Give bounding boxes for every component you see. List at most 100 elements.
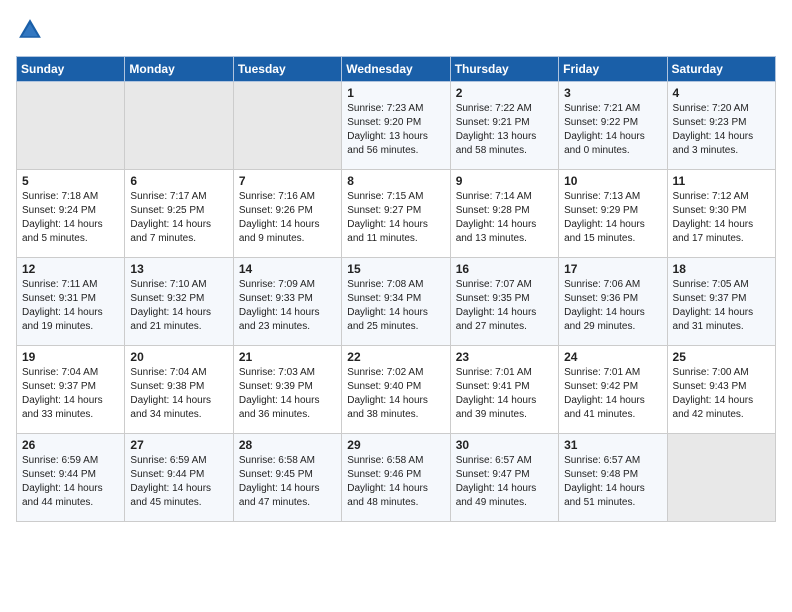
day-number: 20 bbox=[130, 350, 227, 364]
day-info: Sunrise: 7:12 AMSunset: 9:30 PMDaylight:… bbox=[673, 190, 770, 246]
day-info: Sunrise: 7:01 AMSunset: 9:42 PMDaylight:… bbox=[564, 366, 661, 422]
calendar-cell: 14 Sunrise: 7:09 AMSunset: 9:33 PMDayligh… bbox=[233, 258, 341, 346]
day-number: 12 bbox=[22, 262, 119, 276]
calendar-cell bbox=[667, 434, 775, 522]
calendar-cell: 12 Sunrise: 7:11 AMSunset: 9:31 PMDayligh… bbox=[17, 258, 125, 346]
calendar-cell: 3 Sunrise: 7:21 AMSunset: 9:22 PMDaylight… bbox=[559, 82, 667, 170]
day-number: 6 bbox=[130, 174, 227, 188]
day-info: Sunrise: 6:58 AMSunset: 9:45 PMDaylight:… bbox=[239, 454, 336, 510]
header-sunday: Sunday bbox=[17, 57, 125, 82]
day-number: 24 bbox=[564, 350, 661, 364]
day-info: Sunrise: 7:11 AMSunset: 9:31 PMDaylight:… bbox=[22, 278, 119, 334]
day-number: 4 bbox=[673, 86, 770, 100]
calendar-cell: 2 Sunrise: 7:22 AMSunset: 9:21 PMDaylight… bbox=[450, 82, 558, 170]
day-info: Sunrise: 7:22 AMSunset: 9:21 PMDaylight:… bbox=[456, 102, 553, 158]
calendar-cell: 29 Sunrise: 6:58 AMSunset: 9:46 PMDayligh… bbox=[342, 434, 450, 522]
header-saturday: Saturday bbox=[667, 57, 775, 82]
calendar-cell: 20 Sunrise: 7:04 AMSunset: 9:38 PMDayligh… bbox=[125, 346, 233, 434]
day-info: Sunrise: 7:01 AMSunset: 9:41 PMDaylight:… bbox=[456, 366, 553, 422]
day-info: Sunrise: 7:18 AMSunset: 9:24 PMDaylight:… bbox=[22, 190, 119, 246]
calendar-cell: 21 Sunrise: 7:03 AMSunset: 9:39 PMDayligh… bbox=[233, 346, 341, 434]
calendar-cell: 26 Sunrise: 6:59 AMSunset: 9:44 PMDayligh… bbox=[17, 434, 125, 522]
day-number: 14 bbox=[239, 262, 336, 276]
day-number: 30 bbox=[456, 438, 553, 452]
calendar-header-row: SundayMondayTuesdayWednesdayThursdayFrid… bbox=[17, 57, 776, 82]
calendar-cell: 23 Sunrise: 7:01 AMSunset: 9:41 PMDayligh… bbox=[450, 346, 558, 434]
calendar-cell: 28 Sunrise: 6:58 AMSunset: 9:45 PMDayligh… bbox=[233, 434, 341, 522]
day-info: Sunrise: 6:59 AMSunset: 9:44 PMDaylight:… bbox=[22, 454, 119, 510]
calendar-cell: 24 Sunrise: 7:01 AMSunset: 9:42 PMDayligh… bbox=[559, 346, 667, 434]
day-number: 1 bbox=[347, 86, 444, 100]
calendar-cell: 30 Sunrise: 6:57 AMSunset: 9:47 PMDayligh… bbox=[450, 434, 558, 522]
calendar-cell: 16 Sunrise: 7:07 AMSunset: 9:35 PMDayligh… bbox=[450, 258, 558, 346]
day-info: Sunrise: 7:16 AMSunset: 9:26 PMDaylight:… bbox=[239, 190, 336, 246]
calendar-week-row: 1 Sunrise: 7:23 AMSunset: 9:20 PMDaylight… bbox=[17, 82, 776, 170]
calendar-cell bbox=[17, 82, 125, 170]
logo bbox=[16, 16, 48, 44]
day-info: Sunrise: 7:08 AMSunset: 9:34 PMDaylight:… bbox=[347, 278, 444, 334]
day-number: 22 bbox=[347, 350, 444, 364]
calendar-cell bbox=[125, 82, 233, 170]
calendar-cell: 6 Sunrise: 7:17 AMSunset: 9:25 PMDaylight… bbox=[125, 170, 233, 258]
calendar-table: SundayMondayTuesdayWednesdayThursdayFrid… bbox=[16, 56, 776, 522]
day-number: 8 bbox=[347, 174, 444, 188]
day-info: Sunrise: 7:23 AMSunset: 9:20 PMDaylight:… bbox=[347, 102, 444, 158]
day-number: 31 bbox=[564, 438, 661, 452]
day-number: 5 bbox=[22, 174, 119, 188]
day-number: 23 bbox=[456, 350, 553, 364]
day-number: 13 bbox=[130, 262, 227, 276]
day-number: 28 bbox=[239, 438, 336, 452]
calendar-cell: 4Sunrise: 7:20 AMSunset: 9:23 PMDaylight… bbox=[667, 82, 775, 170]
day-info: Sunrise: 7:04 AMSunset: 9:37 PMDaylight:… bbox=[22, 366, 119, 422]
calendar-cell: 13 Sunrise: 7:10 AMSunset: 9:32 PMDayligh… bbox=[125, 258, 233, 346]
day-info: Sunrise: 7:17 AMSunset: 9:25 PMDaylight:… bbox=[130, 190, 227, 246]
day-number: 26 bbox=[22, 438, 119, 452]
calendar-cell: 19 Sunrise: 7:04 AMSunset: 9:37 PMDayligh… bbox=[17, 346, 125, 434]
calendar-week-row: 5 Sunrise: 7:18 AMSunset: 9:24 PMDaylight… bbox=[17, 170, 776, 258]
calendar-cell: 31 Sunrise: 6:57 AMSunset: 9:48 PMDayligh… bbox=[559, 434, 667, 522]
day-info: Sunrise: 7:09 AMSunset: 9:33 PMDaylight:… bbox=[239, 278, 336, 334]
calendar-week-row: 12 Sunrise: 7:11 AMSunset: 9:31 PMDayligh… bbox=[17, 258, 776, 346]
header-wednesday: Wednesday bbox=[342, 57, 450, 82]
calendar-cell: 15 Sunrise: 7:08 AMSunset: 9:34 PMDayligh… bbox=[342, 258, 450, 346]
day-info: Sunrise: 6:57 AMSunset: 9:48 PMDaylight:… bbox=[564, 454, 661, 510]
day-info: Sunrise: 7:03 AMSunset: 9:39 PMDaylight:… bbox=[239, 366, 336, 422]
day-info: Sunrise: 7:14 AMSunset: 9:28 PMDaylight:… bbox=[456, 190, 553, 246]
header-tuesday: Tuesday bbox=[233, 57, 341, 82]
day-number: 21 bbox=[239, 350, 336, 364]
day-number: 15 bbox=[347, 262, 444, 276]
day-info: Sunrise: 7:00 AMSunset: 9:43 PMDaylight:… bbox=[673, 366, 770, 422]
day-number: 2 bbox=[456, 86, 553, 100]
day-number: 17 bbox=[564, 262, 661, 276]
calendar-cell: 5 Sunrise: 7:18 AMSunset: 9:24 PMDaylight… bbox=[17, 170, 125, 258]
day-info: Sunrise: 7:07 AMSunset: 9:35 PMDaylight:… bbox=[456, 278, 553, 334]
day-number: 19 bbox=[22, 350, 119, 364]
day-info: Sunrise: 7:10 AMSunset: 9:32 PMDaylight:… bbox=[130, 278, 227, 334]
calendar-cell: 27 Sunrise: 6:59 AMSunset: 9:44 PMDayligh… bbox=[125, 434, 233, 522]
calendar-cell: 11 Sunrise: 7:12 AMSunset: 9:30 PMDayligh… bbox=[667, 170, 775, 258]
day-info: Sunrise: 6:58 AMSunset: 9:46 PMDaylight:… bbox=[347, 454, 444, 510]
day-info: Sunrise: 7:13 AMSunset: 9:29 PMDaylight:… bbox=[564, 190, 661, 246]
day-number: 3 bbox=[564, 86, 661, 100]
day-info: Sunrise: 7:05 AMSunset: 9:37 PMDaylight:… bbox=[673, 278, 770, 334]
day-number: 16 bbox=[456, 262, 553, 276]
header-monday: Monday bbox=[125, 57, 233, 82]
day-info: Sunrise: 6:57 AMSunset: 9:47 PMDaylight:… bbox=[456, 454, 553, 510]
header-thursday: Thursday bbox=[450, 57, 558, 82]
day-number: 11 bbox=[673, 174, 770, 188]
calendar-week-row: 26 Sunrise: 6:59 AMSunset: 9:44 PMDayligh… bbox=[17, 434, 776, 522]
day-info: Sunrise: 7:15 AMSunset: 9:27 PMDaylight:… bbox=[347, 190, 444, 246]
calendar-week-row: 19 Sunrise: 7:04 AMSunset: 9:37 PMDayligh… bbox=[17, 346, 776, 434]
day-info: Sunrise: 7:02 AMSunset: 9:40 PMDaylight:… bbox=[347, 366, 444, 422]
calendar-cell: 25Sunrise: 7:00 AMSunset: 9:43 PMDayligh… bbox=[667, 346, 775, 434]
day-info: Sunrise: 7:06 AMSunset: 9:36 PMDaylight:… bbox=[564, 278, 661, 334]
day-info: Sunrise: 7:04 AMSunset: 9:38 PMDaylight:… bbox=[130, 366, 227, 422]
day-number: 10 bbox=[564, 174, 661, 188]
calendar-cell: 7Sunrise: 7:16 AMSunset: 9:26 PMDaylight… bbox=[233, 170, 341, 258]
page-header bbox=[16, 16, 776, 44]
day-info: Sunrise: 6:59 AMSunset: 9:44 PMDaylight:… bbox=[130, 454, 227, 510]
day-number: 27 bbox=[130, 438, 227, 452]
day-number: 29 bbox=[347, 438, 444, 452]
day-info: Sunrise: 7:21 AMSunset: 9:22 PMDaylight:… bbox=[564, 102, 661, 158]
header-friday: Friday bbox=[559, 57, 667, 82]
